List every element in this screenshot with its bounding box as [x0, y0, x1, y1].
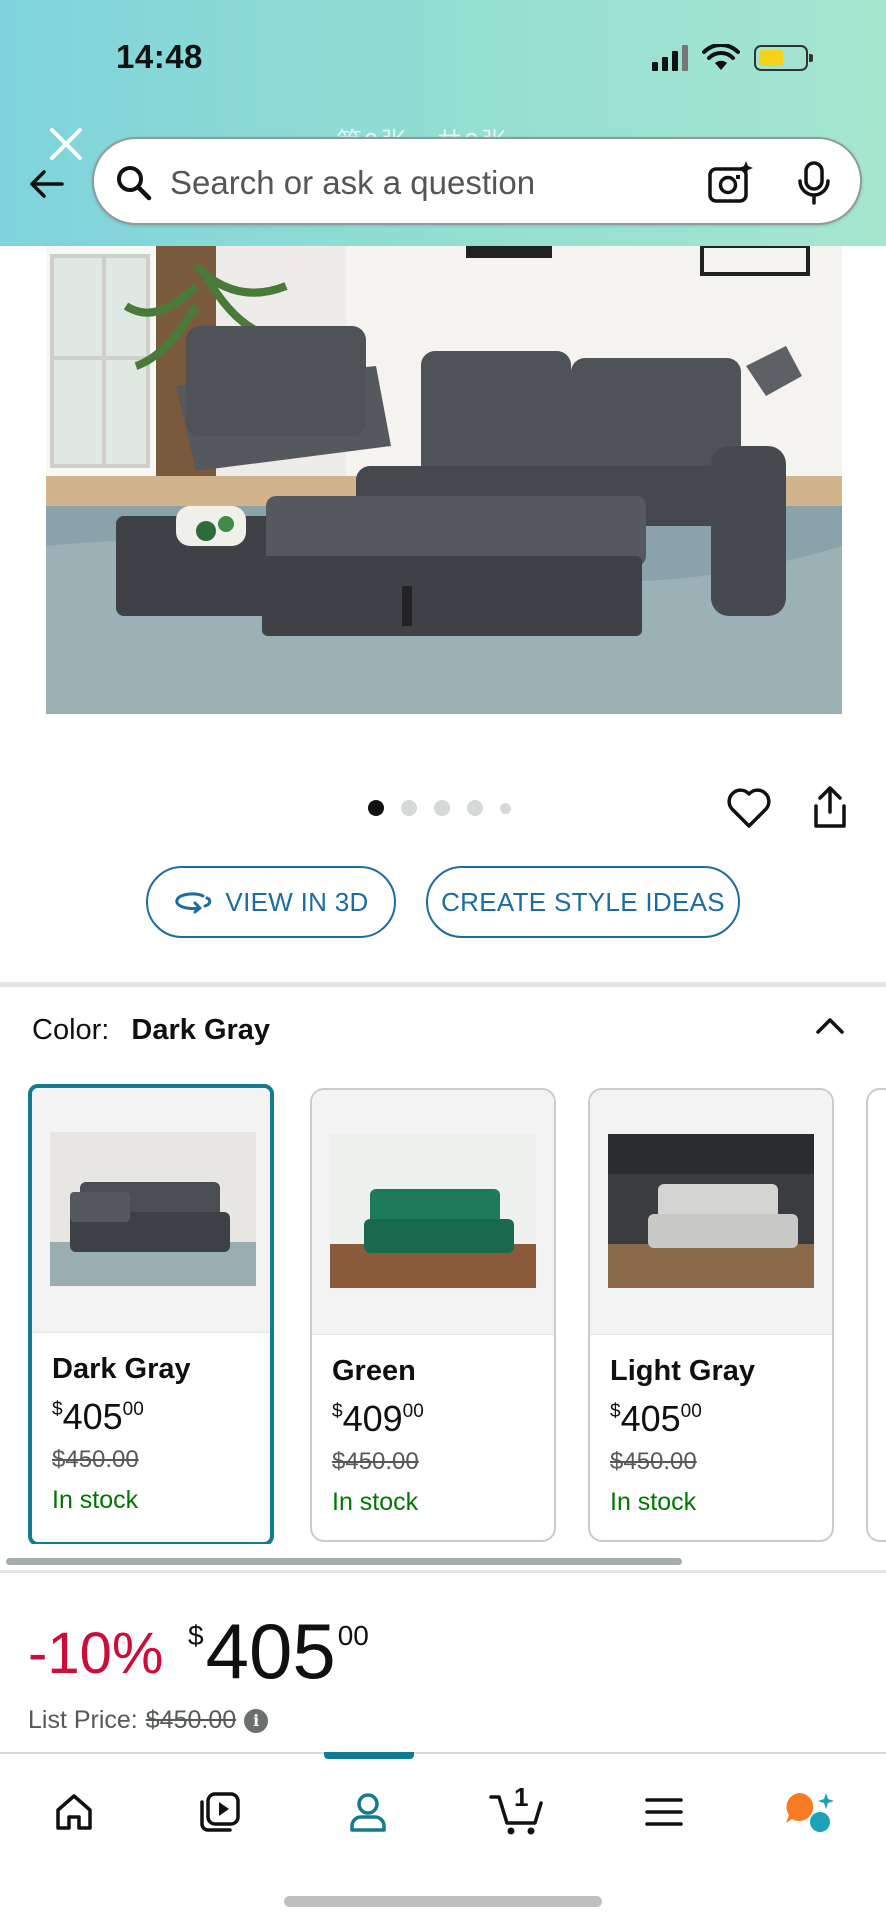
microphone-icon[interactable] [792, 159, 836, 207]
variant-thumbnail [590, 1090, 832, 1334]
variant-list-price: $450.00 [52, 1446, 139, 1473]
camera-lens-icon[interactable] [706, 159, 754, 207]
search-bar[interactable] [92, 137, 862, 225]
variant-name: Light Gray [610, 1355, 756, 1387]
info-icon[interactable]: i [244, 1708, 269, 1733]
nav-account[interactable] [338, 1782, 398, 1842]
variant-list-price: $450.00 [610, 1448, 697, 1475]
share-icon[interactable] [810, 784, 850, 830]
chevron-up-icon[interactable] [810, 1010, 850, 1040]
assistant-bubble-icon [786, 1793, 834, 1832]
view-in-3d-button[interactable]: VIEW IN 3D [146, 866, 396, 938]
video-icon [200, 1792, 240, 1832]
nav-video[interactable] [190, 1782, 250, 1842]
variant-price: $409 00 [332, 1398, 424, 1439]
status-time: 14:48 [116, 38, 203, 75]
variant-name: Dark Gray [52, 1353, 191, 1385]
search-icon [117, 166, 152, 201]
color-variant-carousel[interactable]: Dark Gray $405 00 $450.00 In stock Green … [28, 1084, 886, 1544]
carousel-scrollbar[interactable] [6, 1558, 682, 1565]
color-label: Color: [32, 1014, 110, 1046]
pagination-dot[interactable] [434, 800, 450, 816]
variant-card-dark-gray[interactable]: Dark Gray $405 00 $450.00 In stock [28, 1084, 274, 1544]
variant-thumbnail [312, 1090, 554, 1334]
nav-home[interactable] [44, 1782, 104, 1842]
variant-name: Green [332, 1355, 416, 1387]
search-input[interactable] [170, 161, 650, 205]
nav-rufus-assistant[interactable] [780, 1782, 840, 1842]
wifi-icon [702, 44, 740, 70]
pagination-dot[interactable] [467, 800, 483, 816]
variant-stock-status: In stock [52, 1486, 139, 1514]
heart-icon[interactable] [726, 786, 772, 830]
color-selector-header[interactable]: Color: Dark Gray [32, 1014, 270, 1047]
battery-icon [754, 45, 813, 71]
variant-stock-status: In stock [332, 1488, 419, 1516]
nav-cart[interactable]: 1 [484, 1782, 554, 1842]
variant-card-light-gray[interactable]: Light Gray $405 00 $450.00 In stock [588, 1088, 834, 1542]
close-icon[interactable] [46, 124, 86, 164]
status-icons [652, 44, 813, 72]
variant-card-next[interactable] [866, 1088, 886, 1542]
section-divider [0, 982, 886, 987]
discount-percent: -10% [28, 1621, 164, 1686]
pagination-dot[interactable] [368, 800, 384, 816]
signal-icon [652, 45, 688, 71]
back-arrow-icon[interactable] [24, 162, 68, 206]
list-price: List Price: $450.00 i [28, 1706, 269, 1735]
list-price-label: List Price: [28, 1706, 138, 1734]
list-price-value: $450.00 [145, 1706, 237, 1734]
pagination-dot[interactable] [401, 800, 417, 816]
pagination-dot[interactable] [500, 802, 511, 814]
product-image[interactable] [46, 246, 842, 714]
top-header: 14:48 第9张，共9张 [0, 0, 886, 246]
current-price: $405 00 [188, 1607, 369, 1695]
variant-price: $405 00 [52, 1396, 144, 1437]
variant-price: $405 00 [610, 1398, 702, 1439]
selected-color: Dark Gray [131, 1014, 271, 1046]
home-icon [56, 1794, 92, 1830]
variant-stock-status: In stock [610, 1488, 697, 1516]
create-style-ideas-label: CREATE STYLE IDEAS [441, 886, 725, 917]
active-tab-indicator [324, 1752, 414, 1759]
variant-list-price: $450.00 [332, 1448, 419, 1475]
section-divider [0, 1570, 886, 1573]
menu-icon [645, 1798, 683, 1826]
variant-card-green[interactable]: Green $409 00 $450.00 In stock [310, 1088, 556, 1542]
home-indicator [284, 1896, 602, 1907]
nav-menu[interactable] [634, 1782, 694, 1842]
image-pagination-dots [368, 800, 511, 816]
create-style-ideas-button[interactable]: CREATE STYLE IDEAS [426, 866, 740, 938]
variant-thumbnail [32, 1088, 270, 1332]
rotate-3d-icon [175, 892, 212, 914]
sofa-photo [46, 246, 842, 714]
view-in-3d-label: VIEW IN 3D [225, 886, 369, 917]
cart-count-badge: 1 [514, 1782, 529, 1812]
account-icon [350, 1793, 386, 1832]
bottom-navigation: 1 [0, 1752, 886, 1920]
